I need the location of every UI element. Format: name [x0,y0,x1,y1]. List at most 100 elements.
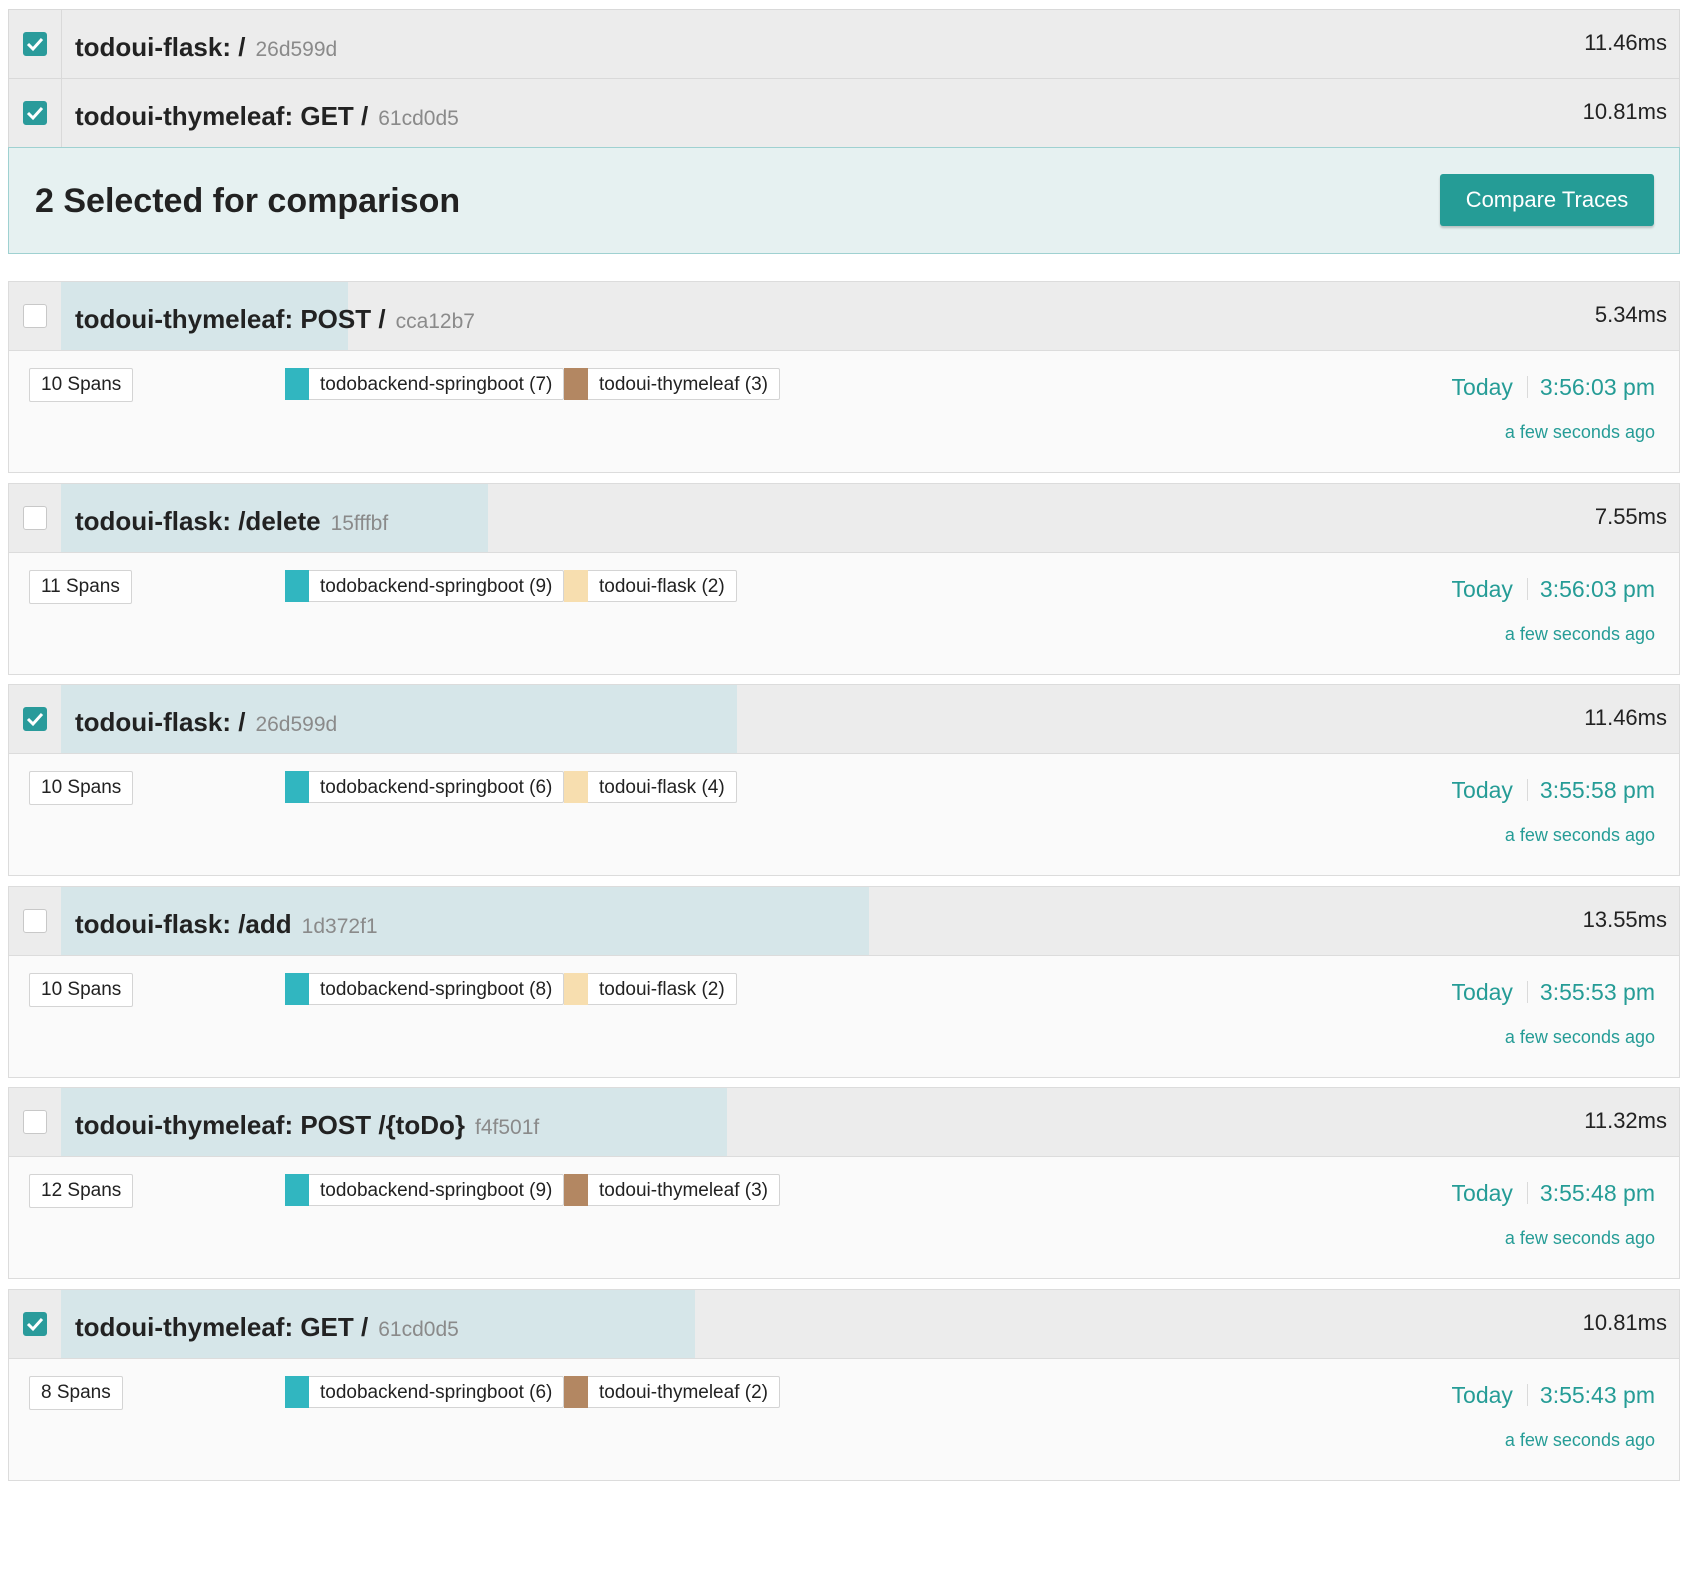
trace-title[interactable]: todoui-flask: /add 1d372f1 [75,909,378,940]
service-tag: todoui-thymeleaf (2) [564,1376,780,1408]
trace-card[interactable]: todoui-thymeleaf: POST /{toDo} f4f501f 11.… [8,1087,1680,1279]
span-count: 10 Spans [29,973,134,1007]
trace-duration: 7.55ms [1594,504,1667,529]
trace-card[interactable]: todoui-flask: /26d599d 11.46ms 10 Spans tod… [8,684,1680,876]
service-color-swatch [285,771,309,803]
trace-time: 3:55:43 pm [1539,1382,1655,1408]
trace-timestamp: Today 3:55:53 pm [1452,979,1655,1006]
service-label: todobackend-springboot (7) [320,374,553,395]
service-label: todobackend-springboot (6) [320,777,553,798]
service-color-swatch [285,1376,309,1408]
service-label: todobackend-springboot (9) [320,1180,553,1201]
trace-id: 61cd0d5 [378,107,459,130]
trace-checkbox[interactable] [23,1312,47,1336]
span-count: 10 Spans [29,368,134,402]
trace-time: 3:55:58 pm [1539,777,1655,803]
trace-card[interactable]: todoui-thymeleaf: GET /61cd0d5 10.81ms 8 S… [8,1289,1680,1481]
trace-card-header[interactable]: todoui-thymeleaf: POST /{toDo} f4f501f 11.… [9,1088,1679,1157]
selected-traces-list: todoui-flask: /26d599d 11.46ms todoui-th… [8,9,1680,147]
service-color-swatch [564,368,588,400]
service-color-swatch [564,1174,588,1206]
trace-title[interactable]: todoui-flask: /delete 15fffbf [75,506,388,537]
trace-id: 26d599d [255,38,338,61]
trace-time: 3:56:03 pm [1539,576,1655,602]
service-color-swatch [285,1174,309,1206]
trace-timestamp: Today 3:55:43 pm [1452,1382,1655,1409]
trace-time: 3:55:48 pm [1539,1180,1655,1206]
trace-card-body: 10 Spans todobackend-springboot (8) todoui… [9,955,1679,1077]
service-tag: todobackend-springboot (9) [285,570,565,602]
trace-title[interactable]: todoui-thymeleaf: GET /61cd0d5 [75,1312,459,1343]
selected-trace-row[interactable]: todoui-flask: /26d599d 11.46ms [8,9,1680,78]
trace-timestamp: Today 3:56:03 pm [1452,576,1655,603]
trace-checkbox[interactable] [23,909,47,933]
trace-relative-time: a few seconds ago [1504,1228,1655,1248]
trace-day: Today [1451,1382,1513,1408]
trace-card[interactable]: todoui-flask: /add 1d372f1 13.55ms 10 Spans… [8,886,1680,1078]
trace-checkbox[interactable] [23,1110,47,1134]
trace-title[interactable]: todoui-thymeleaf: POST / cca12b7 [75,304,475,335]
service-color-swatch [564,771,588,803]
trace-relative-time: a few seconds ago [1504,624,1655,644]
trace-card-body: 8 Spans todobackend-springboot (6) todoui-… [9,1358,1679,1480]
service-tag: todobackend-springboot (8) [285,973,565,1005]
trace-checkbox[interactable] [23,506,47,530]
trace-checkbox[interactable] [23,304,47,328]
service-label: todobackend-springboot (9) [320,576,553,597]
compare-traces-button[interactable]: Compare Traces [1440,174,1654,226]
selected-checkbox[interactable] [23,101,47,125]
service-color-swatch [285,368,309,400]
service-label: todoui-flask (2) [599,979,725,1000]
trace-duration: 11.46ms [1584,30,1667,55]
trace-card-header[interactable]: todoui-thymeleaf: POST / cca12b7 5.34ms [9,282,1679,351]
trace-card[interactable]: todoui-flask: /delete 15fffbf 7.55ms 11 Spa… [8,483,1680,675]
trace-time: 3:56:03 pm [1539,374,1655,400]
comparison-count: 2 Selected for comparison [35,182,461,220]
trace-day: Today [1451,374,1513,400]
trace-day: Today [1451,979,1513,1005]
trace-duration: 5.34ms [1594,302,1667,327]
service-tag: todoui-flask (4) [564,771,737,803]
selected-trace-title: todoui-flask: /26d599d [75,32,338,62]
trace-relative-time: a few seconds ago [1504,422,1655,442]
checkmark-icon [26,1317,44,1332]
trace-relative-time: a few seconds ago [1504,825,1655,845]
trace-day: Today [1451,1180,1513,1206]
service-tag: todobackend-springboot (6) [285,1376,565,1408]
trace-checkbox[interactable] [23,707,47,731]
selected-checkbox[interactable] [23,32,47,56]
span-count: 8 Spans [29,1376,123,1410]
selected-trace-row[interactable]: todoui-thymeleaf: GET /61cd0d5 10.81ms [8,78,1680,147]
trace-timestamp: Today 3:56:03 pm [1452,374,1655,401]
service-label: todobackend-springboot (6) [320,1382,553,1403]
comparison-panel: 2 Selected for comparison Compare Traces [8,147,1680,254]
trace-card-header[interactable]: todoui-flask: /26d599d 11.46ms [9,685,1679,754]
span-count: 10 Spans [29,771,134,805]
service-color-swatch [564,1376,588,1408]
service-label: todoui-flask (2) [599,576,725,597]
trace-duration: 10.81ms [1582,1310,1667,1335]
trace-duration: 11.32ms [1584,1108,1667,1133]
service-tag: todoui-flask (2) [564,973,737,1005]
trace-card-body: 11 Spans todobackend-springboot (9) todoui… [9,552,1679,674]
trace-time: 3:55:53 pm [1539,979,1655,1005]
trace-id: cca12b7 [395,310,475,333]
trace-day: Today [1451,576,1513,602]
service-tag: todoui-thymeleaf (3) [564,368,780,400]
trace-title[interactable]: todoui-flask: /26d599d [75,707,337,738]
trace-title[interactable]: todoui-thymeleaf: POST /{toDo} f4f501f [75,1110,539,1141]
checkmark-icon [26,712,44,727]
service-tag: todobackend-springboot (6) [285,771,565,803]
trace-id: 15fffbf [330,512,389,535]
trace-card[interactable]: todoui-thymeleaf: POST / cca12b7 5.34ms 10 … [8,281,1680,473]
checkmark-icon [26,37,44,52]
trace-card-header[interactable]: todoui-flask: /delete 15fffbf 7.55ms [9,484,1679,553]
service-label: todoui-thymeleaf (3) [599,1180,768,1201]
trace-results: todoui-flask: /26d599d 11.46ms todoui-th… [8,9,1680,1481]
trace-card-header[interactable]: todoui-thymeleaf: GET /61cd0d5 10.81ms [9,1290,1679,1359]
trace-id: f4f501f [475,1116,540,1139]
trace-id: 26d599d [255,713,338,736]
trace-id: 1d372f1 [301,915,378,938]
span-count: 11 Spans [29,570,132,604]
trace-card-header[interactable]: todoui-flask: /add 1d372f1 13.55ms [9,887,1679,956]
